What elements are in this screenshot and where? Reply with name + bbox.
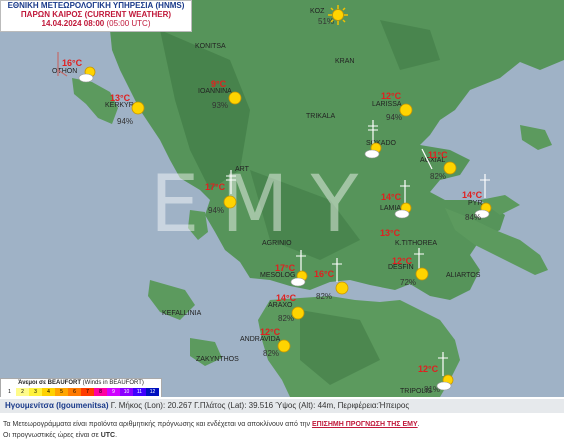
disclaimer: Τα Μετεωρογράμματα είναι προϊόντα αριθμη… bbox=[0, 419, 564, 441]
place-label: ZAKYNTHOS bbox=[196, 356, 239, 363]
disclaimer-end: . bbox=[417, 421, 420, 428]
beaufort-level: 3 bbox=[29, 388, 42, 396]
beaufort-title: Άνεμοι σε BEAUFORT bbox=[18, 380, 81, 386]
lon-value: 20.267 bbox=[167, 401, 192, 410]
sun-icon[interactable] bbox=[128, 98, 148, 118]
temperature-value: 9°C bbox=[211, 79, 227, 89]
place-label: KRAN bbox=[335, 58, 355, 65]
wind-barb-icon bbox=[57, 52, 68, 77]
temperature-value: 13°C bbox=[380, 228, 401, 238]
timestamp: 14.04.2024 08:00 (05:00 UTC) bbox=[1, 19, 191, 28]
beaufort-title-en: (Winds in BEAUFORT) bbox=[82, 380, 144, 386]
beaufort-level: 12 bbox=[146, 388, 159, 396]
alt-value: 44m, bbox=[317, 401, 336, 410]
place-label: AGRINIO bbox=[262, 240, 292, 247]
beaufort-level: 2 bbox=[16, 388, 29, 396]
beaufort-level: 6 bbox=[68, 388, 81, 396]
beaufort-level: 10 bbox=[120, 388, 133, 396]
official-forecast-link[interactable]: ΕΠΙΣΗΜΗ ΠΡΟΓΝΩΣΗ ΤΗΣ ΕΜΥ bbox=[312, 421, 418, 428]
alt-label: Ύψος (Alt): bbox=[275, 401, 316, 410]
sun-icon[interactable] bbox=[396, 100, 416, 120]
beaufort-level: 1 bbox=[3, 388, 16, 396]
temperature-value: 12°C bbox=[392, 256, 413, 266]
wind-barb-icon bbox=[421, 148, 433, 170]
temperature-value: 14°C bbox=[276, 293, 297, 303]
timestamp-utc: (05:00 UTC) bbox=[106, 19, 151, 28]
partly-cloudy-icon[interactable] bbox=[364, 140, 384, 160]
utc-note-end: . bbox=[115, 432, 118, 439]
place-label: TRIKALA bbox=[306, 113, 336, 120]
region-value: Ήπειρος bbox=[378, 401, 410, 410]
region-label: Περιφέρεια: bbox=[337, 401, 379, 410]
beaufort-level: 7 bbox=[81, 388, 94, 396]
sun-icon[interactable] bbox=[332, 278, 352, 298]
timestamp-date: 14.04.2024 08:00 bbox=[41, 19, 105, 28]
beaufort-level: 4 bbox=[42, 388, 55, 396]
product-title: ΠΑΡΩΝ ΚΑΙΡΟΣ (CURRENT WEATHER) bbox=[20, 10, 172, 19]
humidity-value: 94% bbox=[117, 117, 134, 126]
partly-cloudy-icon[interactable] bbox=[290, 268, 310, 288]
beaufort-level: 11 bbox=[133, 388, 146, 396]
beaufort-level: 8 bbox=[94, 388, 107, 396]
partly-cloudy-icon[interactable] bbox=[436, 372, 456, 392]
place-label: KOZ bbox=[310, 8, 325, 15]
sun-icon[interactable] bbox=[288, 303, 308, 323]
sun-icon[interactable] bbox=[220, 192, 240, 212]
place-label: ALIARTOS bbox=[446, 272, 481, 279]
sun-icon[interactable] bbox=[274, 336, 294, 356]
partly-cloudy-icon[interactable] bbox=[394, 200, 414, 220]
lat-value: 39.516 bbox=[248, 401, 274, 410]
utc-note-bold: UTC bbox=[100, 432, 116, 439]
disclaimer-text: Τα Μετεωρογράμματα είναι προϊόντα αριθμη… bbox=[3, 421, 311, 428]
utc-note: Οι προγνωστικές ώρες είναι σε bbox=[3, 432, 99, 439]
map-title-box: ΕΘΝΙΚΗ ΜΕΤΕΩΡΟΛΟΓΙΚΗ ΥΠΗΡΕΣΙΑ (HNMS) ΠΑΡ… bbox=[0, 0, 192, 32]
lat-label: Γ.Πλάτος (Lat): bbox=[194, 401, 247, 410]
sun-icon[interactable] bbox=[328, 5, 348, 25]
humidity-value: 82% bbox=[430, 172, 447, 181]
place-label: KONITSA bbox=[195, 43, 226, 50]
beaufort-level: 9 bbox=[107, 388, 120, 396]
beaufort-level: 5 bbox=[55, 388, 68, 396]
humidity-value: 82% bbox=[316, 292, 333, 301]
partly-cloudy-icon[interactable] bbox=[78, 64, 98, 84]
weather-map[interactable]: ΕΜΥ KOZ KONITSA KRAN OTHON KERKYR IOANNI… bbox=[0, 0, 564, 397]
beaufort-scale: 1 2 3 4 5 6 7 8 9 10 11 12 bbox=[3, 388, 159, 396]
map-watermark: ΕΜΥ bbox=[150, 160, 381, 250]
sun-icon[interactable] bbox=[225, 88, 245, 108]
temperature-value: 17°C bbox=[205, 182, 226, 192]
wind-barb-icon bbox=[480, 174, 490, 198]
lon-label: Γ. Μήκος (Lon): bbox=[110, 401, 166, 410]
humidity-value: 84% bbox=[465, 213, 482, 222]
location-info-bar: Ηγουμενίτσα (Igoumenitsa) Γ. Μήκος (Lon)… bbox=[0, 399, 564, 413]
agency-title: ΕΘΝΙΚΗ ΜΕΤΕΩΡΟΛΟΓΙΚΗ ΥΠΗΡΕΣΙΑ (HNMS) bbox=[7, 1, 185, 10]
location-name: Ηγουμενίτσα (Igoumenitsa) bbox=[5, 401, 109, 410]
sun-icon[interactable] bbox=[412, 264, 432, 284]
beaufort-legend: Άνεμοι σε BEAUFORT (Winds in BEAUFORT) 1… bbox=[0, 378, 162, 397]
place-label: KEFALLINIA bbox=[162, 310, 202, 317]
